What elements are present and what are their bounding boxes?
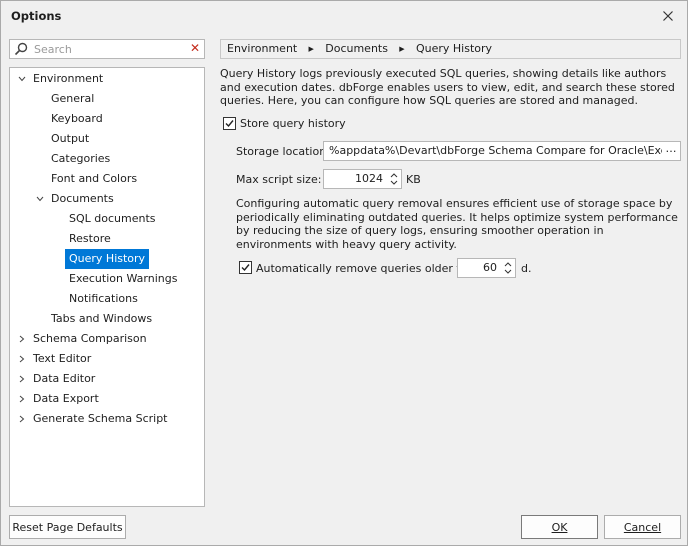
tree-item-label: Query History <box>65 249 150 269</box>
tree-item-label: Keyboard <box>51 112 103 125</box>
store-history-label[interactable]: Store query history <box>240 117 346 130</box>
tree-item-categories[interactable]: Categories <box>51 149 110 169</box>
tree-item-environment[interactable]: Environment <box>18 69 104 89</box>
tree-item-sql-documents[interactable]: SQL documents <box>69 209 156 229</box>
chevron-right-icon[interactable] <box>16 409 28 429</box>
max-script-size-unit: KB <box>406 173 421 186</box>
tree-item-label: Execution Warnings <box>69 272 178 285</box>
tree-item-generate-schema-script[interactable]: Generate Schema Script <box>19 409 168 429</box>
tree-item-query-history[interactable]: Query History <box>65 249 150 269</box>
tree-item-notifications[interactable]: Notifications <box>69 289 138 309</box>
options-tree[interactable]: Environment General Keyboard Output Categori… <box>9 67 205 507</box>
tree-item-text-editor[interactable]: Text Editor <box>19 349 92 369</box>
checkmark-icon <box>225 120 234 128</box>
spin-up-icon[interactable] <box>388 171 400 179</box>
spin-buttons[interactable] <box>502 260 514 276</box>
tree-item-execution-warnings[interactable]: Execution Warnings <box>69 269 177 289</box>
tree-item-label: Data Editor <box>33 372 96 385</box>
chevron-right-icon[interactable] <box>16 349 28 369</box>
tree-item-label: General <box>51 92 95 105</box>
checkmark-icon <box>241 264 250 272</box>
tree-item-keyboard[interactable]: Keyboard <box>51 109 103 129</box>
chevron-right-icon[interactable] <box>16 369 28 389</box>
close-button[interactable] <box>657 5 679 27</box>
page-description: Query History logs previously executed S… <box>220 67 675 107</box>
auto-remove-checkbox[interactable] <box>239 261 252 274</box>
breadcrumb-separator-icon: ▶ <box>399 45 405 53</box>
close-icon <box>663 11 673 21</box>
tree-item-label: Documents <box>51 192 114 205</box>
window-title: Options <box>11 9 62 23</box>
tree-item-data-editor[interactable]: Data Editor <box>19 369 96 389</box>
breadcrumb-item-documents: Documents <box>325 42 388 55</box>
clear-search-icon[interactable]: ✕ <box>190 41 200 55</box>
spin-down-icon[interactable] <box>502 268 514 276</box>
auto-remove-label[interactable]: Automatically remove queries older than: <box>256 262 485 275</box>
cancel-button[interactable]: Cancel <box>604 515 681 539</box>
store-history-checkbox[interactable] <box>223 117 236 130</box>
tree-item-schema-comparison[interactable]: Schema Comparison <box>19 329 147 349</box>
tree-item-label: Output <box>51 132 90 145</box>
ok-button[interactable]: OK <box>521 515 598 539</box>
tree-item-label: SQL documents <box>69 212 156 225</box>
options-dialog: Options ✕ Environment General Keyboard Outp… <box>0 0 688 546</box>
tree-item-label: Tabs and Windows <box>51 312 153 325</box>
spin-up-icon[interactable] <box>502 260 514 268</box>
tree-item-data-export[interactable]: Data Export <box>19 389 99 409</box>
spin-down-icon[interactable] <box>388 179 400 187</box>
chevron-down-icon[interactable] <box>34 189 46 209</box>
storage-location-value: %appdata%\Devart\dbForge Schema Compare … <box>329 144 680 157</box>
chevron-right-icon[interactable] <box>16 329 28 349</box>
tree-item-general[interactable]: General <box>51 89 94 109</box>
tree-item-label: Schema Comparison <box>33 332 147 345</box>
tree-item-tabs-and-windows[interactable]: Tabs and Windows <box>51 309 152 329</box>
auto-remove-days-value: 60 <box>483 261 497 274</box>
tree-item-documents[interactable]: Documents <box>36 189 114 209</box>
tree-item-label: Categories <box>51 152 111 165</box>
chevron-right-icon[interactable] <box>16 389 28 409</box>
search-input[interactable] <box>34 41 184 57</box>
ok-button-label: OK <box>551 520 568 534</box>
breadcrumb-item-environment: Environment <box>227 42 298 55</box>
storage-location-label: Storage location: <box>236 145 330 158</box>
auto-remove-days-stepper[interactable]: 60 <box>457 258 516 278</box>
title-bar: Options <box>1 1 687 31</box>
max-script-size-stepper[interactable]: 1024 <box>323 169 402 189</box>
reset-button-label: Reset Page Defaults <box>12 520 123 534</box>
tree-item-label: Text Editor <box>33 352 92 365</box>
cleanup-description: Configuring automatic query removal ensu… <box>236 197 678 251</box>
max-script-size-label: Max script size: <box>236 173 322 186</box>
tree-item-label: Generate Schema Script <box>33 412 168 425</box>
tree-item-label: Data Export <box>33 392 99 405</box>
browse-button[interactable]: … <box>662 142 680 160</box>
chevron-down-icon[interactable] <box>16 69 28 89</box>
max-script-size-value: 1024 <box>355 172 383 185</box>
reset-page-defaults-button[interactable]: Reset Page Defaults <box>9 515 126 539</box>
storage-location-field[interactable]: %appdata%\Devart\dbForge Schema Compare … <box>323 141 681 161</box>
search-box[interactable]: ✕ <box>9 39 205 59</box>
breadcrumb-separator-icon: ▶ <box>308 45 314 53</box>
tree-item-label: Restore <box>69 232 111 245</box>
tree-item-restore[interactable]: Restore <box>69 229 111 249</box>
tree-item-label: Font and Colors <box>51 172 138 185</box>
breadcrumb: Environment ▶ Documents ▶ Query History <box>220 39 681 59</box>
breadcrumb-item-query-history: Query History <box>415 42 493 55</box>
cancel-button-label: Cancel <box>623 520 662 534</box>
auto-remove-unit: d. <box>521 262 532 275</box>
tree-item-label: Notifications <box>69 292 138 305</box>
tree-item-font-and-colors[interactable]: Font and Colors <box>51 169 137 189</box>
tree-item-label: Environment <box>33 72 104 85</box>
tree-item-output[interactable]: Output <box>51 129 89 149</box>
search-icon <box>14 42 28 56</box>
spin-buttons[interactable] <box>388 171 400 187</box>
